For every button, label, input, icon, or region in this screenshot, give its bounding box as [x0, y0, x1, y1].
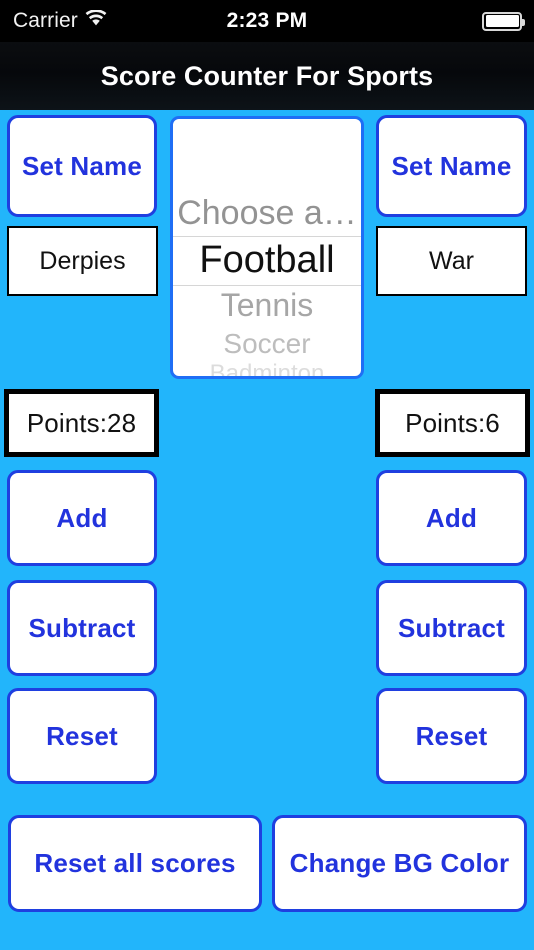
- picker-item-soccer[interactable]: Soccer: [173, 326, 361, 362]
- battery-fill: [485, 15, 519, 27]
- subtract-button-left-label: Subtract: [28, 612, 136, 643]
- reset-button-left-label: Reset: [46, 720, 118, 751]
- reset-all-scores-button-label: Reset all scores: [34, 848, 236, 878]
- app-screen: Carrier 2:23 PM Score Counter For Sports…: [0, 0, 534, 950]
- picker-item-tennis[interactable]: Tennis: [173, 284, 361, 326]
- subtract-button-left[interactable]: Subtract: [7, 580, 157, 676]
- points-right-value: Points:6: [405, 407, 500, 438]
- subtract-button-right-label: Subtract: [397, 612, 506, 643]
- reset-all-scores-button[interactable]: Reset all scores: [8, 815, 262, 912]
- battery-icon: [482, 11, 525, 31]
- set-name-button-right-label: Set Name: [391, 150, 512, 181]
- picker-item-choose[interactable]: Choose a…: [173, 190, 361, 236]
- sport-picker-wheel[interactable]: Choose a… Football Tennis Soccer Badmint…: [173, 119, 361, 376]
- points-left-value: Points:28: [26, 407, 137, 438]
- set-name-button-left[interactable]: Set Name: [7, 115, 157, 217]
- points-display-right: Points:6: [375, 389, 530, 457]
- page-title: Score Counter For Sports: [100, 60, 434, 91]
- add-button-right-label: Add: [425, 502, 478, 533]
- reset-button-right[interactable]: Reset: [376, 688, 527, 784]
- status-bar-right: [482, 0, 525, 42]
- points-display-left: Points:28: [4, 389, 159, 457]
- set-name-button-left-label: Set Name: [21, 150, 143, 181]
- picker-item-badminton[interactable]: Badminton: [173, 359, 361, 376]
- change-bg-color-button-label: Change BG Color: [289, 848, 510, 878]
- sport-picker[interactable]: Choose a… Football Tennis Soccer Badmint…: [170, 116, 364, 379]
- add-button-right[interactable]: Add: [376, 470, 527, 566]
- status-bar: Carrier 2:23 PM: [0, 0, 534, 42]
- reset-button-left[interactable]: Reset: [7, 688, 157, 784]
- team-name-field-right[interactable]: War: [376, 226, 527, 296]
- set-name-button-right[interactable]: Set Name: [376, 115, 527, 217]
- add-button-left-label: Add: [56, 502, 108, 533]
- team-name-left-value: Derpies: [39, 246, 126, 275]
- add-button-left[interactable]: Add: [7, 470, 157, 566]
- picker-item-selected[interactable]: Football: [173, 236, 361, 284]
- subtract-button-right[interactable]: Subtract: [376, 580, 527, 676]
- navigation-bar: Score Counter For Sports: [0, 42, 534, 110]
- change-bg-color-button[interactable]: Change BG Color: [272, 815, 527, 912]
- team-name-right-value: War: [429, 246, 474, 275]
- team-name-field-left[interactable]: Derpies: [7, 226, 158, 296]
- clock-label: 2:23 PM: [226, 9, 308, 32]
- reset-button-right-label: Reset: [415, 720, 488, 751]
